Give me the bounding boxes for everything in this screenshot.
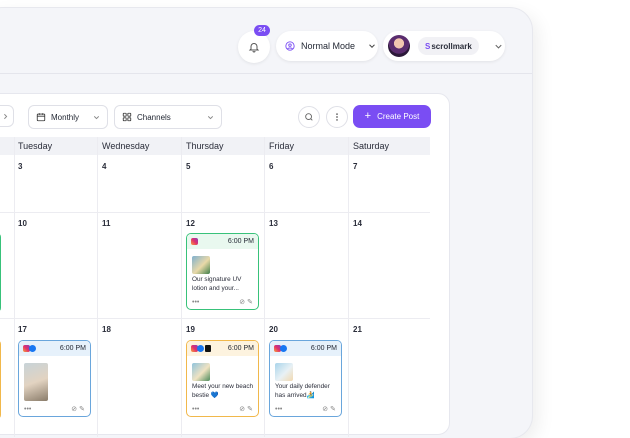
post-time: 6:00 PM xyxy=(59,345,86,352)
search-button[interactable] xyxy=(298,106,320,128)
instagram-icon xyxy=(191,238,198,245)
day-number: 14 xyxy=(353,219,362,228)
channels-label: Channels xyxy=(137,112,171,122)
facebook-icon xyxy=(29,345,36,352)
post-thumbnail xyxy=(24,363,48,401)
weekday-label: Friday xyxy=(269,141,295,151)
more-horizontal-icon[interactable]: ••• xyxy=(192,299,199,306)
chevron-down-icon xyxy=(369,44,375,48)
chevron-down-icon xyxy=(495,44,502,49)
day-number: 12 xyxy=(186,219,195,228)
tiktok-icon xyxy=(205,345,211,352)
workspace-brand: Sscrollmark xyxy=(418,37,479,55)
post-caption: Our signature UV lotion and your... xyxy=(192,276,242,292)
more-horizontal-icon[interactable]: ••• xyxy=(24,406,31,413)
tag-icon[interactable]: ⊘ xyxy=(71,405,77,413)
facebook-icon xyxy=(280,345,287,352)
day-number: 6 xyxy=(269,162,274,171)
grid-line xyxy=(97,137,98,437)
post-caption: Your daily defender has arrived🏄 xyxy=(275,383,330,399)
brand-label: scrollmark xyxy=(431,41,472,51)
topbar-divider xyxy=(0,73,532,74)
grid-line xyxy=(0,318,430,319)
search-icon xyxy=(305,113,313,121)
facebook-icon xyxy=(197,345,204,352)
day-number: 13 xyxy=(269,219,278,228)
create-post-label: Create Post xyxy=(377,112,420,121)
brand-logo: S xyxy=(425,41,431,51)
chevron-down-icon xyxy=(93,115,100,119)
user-circle-icon xyxy=(285,41,295,51)
more-horizontal-icon[interactable]: ••• xyxy=(192,406,199,413)
plus-icon: + xyxy=(364,110,372,122)
day-number: 5 xyxy=(186,162,191,171)
mode-label: Normal Mode xyxy=(301,41,356,51)
day-number: 21 xyxy=(353,325,362,334)
mode-selector[interactable]: Normal Mode xyxy=(276,31,378,61)
day-number: 18 xyxy=(102,325,111,334)
tag-icon[interactable]: ⊘ xyxy=(239,298,245,306)
grid-line xyxy=(181,137,182,437)
day-number: 4 xyxy=(102,162,107,171)
grid-line xyxy=(264,137,265,437)
tag-icon[interactable]: ⊘ xyxy=(322,405,328,413)
tag-icon[interactable]: ⊘ xyxy=(239,405,245,413)
post-card-clipped[interactable] xyxy=(0,340,1,419)
day-number: 20 xyxy=(269,325,278,334)
bell-icon xyxy=(248,43,260,53)
day-number: 3 xyxy=(18,162,23,171)
view-selector[interactable]: Monthly xyxy=(28,105,108,129)
grid-line xyxy=(14,137,15,437)
day-number: 10 xyxy=(18,219,27,228)
edit-icon[interactable]: ✎ xyxy=(247,298,253,306)
more-horizontal-icon[interactable]: ••• xyxy=(275,406,282,413)
weekday-label: Tuesday xyxy=(18,141,53,151)
edit-icon[interactable]: ✎ xyxy=(247,405,253,413)
post-thumbnail xyxy=(192,363,210,381)
notification-badge: 24 xyxy=(254,25,270,36)
account-selector[interactable]: Sscrollmark xyxy=(383,31,505,61)
weekday-label: Wednesday xyxy=(102,141,150,151)
post-time: 6:00 PM xyxy=(227,238,254,245)
more-vertical-icon xyxy=(336,113,338,121)
chevron-down-icon xyxy=(207,115,214,119)
channels-selector[interactable]: Channels xyxy=(114,105,222,129)
post-time: 6:00 PM xyxy=(227,345,254,352)
day-number: 17 xyxy=(18,325,27,334)
edit-icon[interactable]: ✎ xyxy=(79,405,85,413)
post-card[interactable]: 6:00 PM Your daily defender has arrived🏄… xyxy=(269,340,342,417)
edit-icon[interactable]: ✎ xyxy=(330,405,336,413)
post-thumbnail xyxy=(275,363,293,381)
day-number: 7 xyxy=(353,162,358,171)
chevron-right-icon xyxy=(4,113,8,119)
grid-line xyxy=(0,212,430,213)
post-caption: Meet your new beach bestie 💙 xyxy=(192,383,254,399)
post-time: 6:00 PM xyxy=(310,345,337,352)
grid-icon xyxy=(122,112,132,122)
grid-line xyxy=(348,137,349,437)
weekday-label: Saturday xyxy=(353,141,390,151)
weekday-label: Thursday xyxy=(186,141,224,151)
view-label: Monthly xyxy=(51,112,80,122)
more-options-button[interactable] xyxy=(326,106,348,128)
create-post-button[interactable]: + Create Post xyxy=(353,105,431,128)
calendar-icon xyxy=(36,113,46,122)
day-number: 11 xyxy=(102,219,111,228)
post-card[interactable]: 6:00 PM ••• ⊘ ✎ xyxy=(18,340,91,417)
avatar xyxy=(388,35,410,57)
post-thumbnail xyxy=(192,256,210,274)
post-card[interactable]: 6:00 PM Our signature UV lotion and your… xyxy=(186,233,259,310)
post-card[interactable]: 6:00 PM Meet your new beach bestie 💙 •••… xyxy=(186,340,259,417)
day-number: 19 xyxy=(186,325,195,334)
next-month-button[interactable] xyxy=(0,105,14,127)
post-card-clipped[interactable] xyxy=(0,233,1,312)
